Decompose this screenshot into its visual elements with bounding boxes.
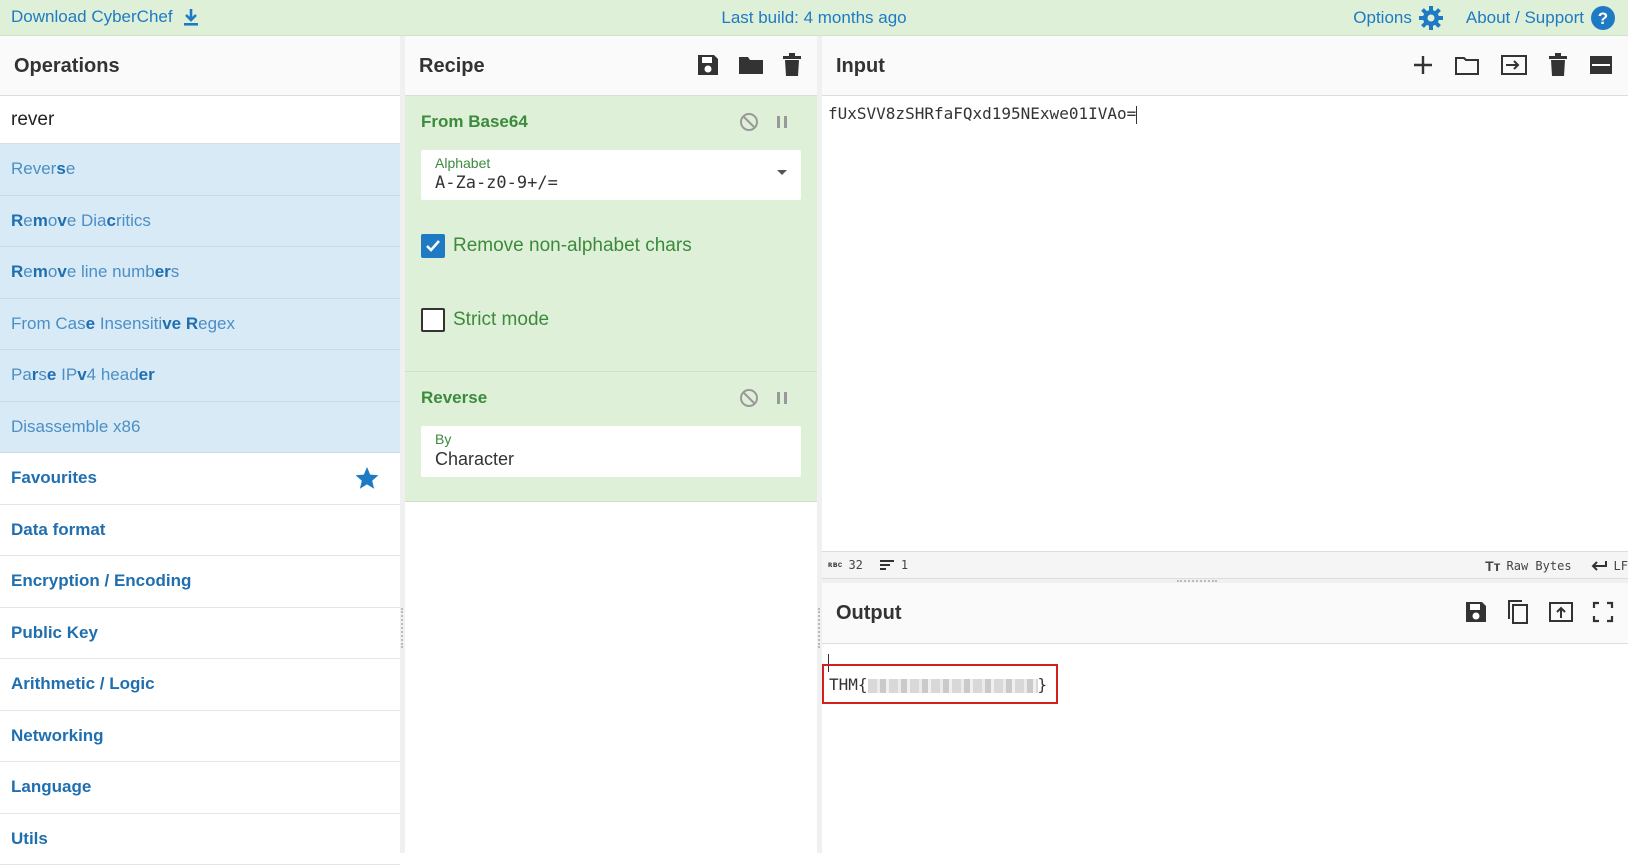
top-banner: Download CyberChef Last build: 4 months … [0, 0, 1628, 36]
download-label: Download CyberChef [11, 7, 173, 27]
operations-pane: Operations rever ReverseRemove Diacritic… [0, 36, 400, 853]
category-label: Arithmetic / Logic [11, 674, 155, 693]
open-folder-icon[interactable] [1454, 52, 1480, 78]
download-icon [181, 7, 201, 27]
alphabet-select[interactable]: Alphabet A-Za-z0-9+/= [421, 150, 801, 200]
strict-label: Strict mode [453, 309, 549, 331]
replace-input-icon[interactable] [1548, 599, 1574, 625]
checkbox-checked-icon [421, 234, 445, 258]
input-text: fUxSVV8zSHRfaFQxd195NExwe01IVAo= [828, 104, 1136, 123]
output-prefix: THM{ [829, 675, 868, 694]
by-value: Character [435, 449, 787, 470]
length-value: 32 [848, 558, 862, 572]
redacted-flag [868, 679, 1038, 693]
remove-non-alphabet-checkbox[interactable]: Remove non-alphabet chars [421, 234, 801, 258]
operations-title: Operations [14, 55, 120, 77]
save-output-icon[interactable] [1464, 599, 1488, 625]
category-item[interactable]: Arithmetic / Logic [0, 659, 400, 711]
category-label: Favourites [11, 468, 97, 487]
search-result-item[interactable]: Reverse [0, 144, 400, 196]
lines-stat: 1 [879, 558, 908, 572]
open-file-icon[interactable] [1500, 52, 1528, 78]
category-label: Utils [11, 829, 48, 848]
star-icon [354, 465, 380, 491]
text-cursor [1136, 106, 1137, 124]
alphabet-value: A-Za-z0-9+/= [435, 173, 787, 193]
disable-icon[interactable] [739, 388, 759, 408]
alphabet-label: Alphabet [435, 155, 787, 171]
lines-value: 1 [901, 558, 908, 572]
search-result-item[interactable]: Parse IPv4 header [0, 350, 400, 402]
help-icon: ? [1590, 5, 1616, 31]
layout-icon[interactable] [1588, 52, 1614, 78]
search-result-item[interactable]: Remove Diacritics [0, 196, 400, 248]
gear-icon [1418, 5, 1444, 31]
ingredient-from-base64: From Base64 Alphabet A-Za-z0-9+/= Remove… [405, 96, 817, 372]
category-label: Encryption / Encoding [11, 571, 191, 590]
io-pane: Input fUxSVV8zSHRfaFQxd195NExwe01IVAo= [822, 36, 1628, 853]
about-label: About / Support [1466, 8, 1584, 28]
category-item[interactable]: Networking [0, 711, 400, 763]
category-list: Favourites Data format Encryption / Encodi… [0, 453, 400, 865]
options-link[interactable]: Options [1353, 5, 1444, 31]
category-label: Data format [11, 520, 105, 539]
eol-selector[interactable]: LF [1590, 559, 1628, 573]
copy-output-icon[interactable] [1506, 599, 1530, 625]
save-recipe-icon[interactable] [695, 52, 721, 78]
search-result-item[interactable]: From Case Insensitive Regex [0, 299, 400, 351]
disable-icon[interactable] [739, 112, 759, 132]
options-label: Options [1353, 8, 1412, 28]
search-result-item[interactable]: Remove line numbers [0, 247, 400, 299]
category-item[interactable]: Public Key [0, 608, 400, 660]
load-recipe-icon[interactable] [737, 52, 765, 78]
input-textarea[interactable]: fUxSVV8zSHRfaFQxd195NExwe01IVAo= [822, 96, 1628, 551]
input-title: Input [836, 55, 885, 77]
category-item[interactable]: Utils [0, 814, 400, 865]
maximise-icon[interactable] [1592, 599, 1614, 625]
by-label: By [435, 431, 787, 447]
category-label: Public Key [11, 623, 98, 642]
output-highlight-box: THM{} [822, 664, 1058, 704]
search-result-item[interactable]: Disassemble x86 [0, 402, 400, 454]
search-results: ReverseRemove DiacriticsRemove line numb… [0, 144, 400, 453]
category-item[interactable]: Encryption / Encoding [0, 556, 400, 608]
breakpoint-icon[interactable] [775, 112, 789, 132]
input-status-bar: ʀʙᴄ 32 1 Tт Raw Bytes LF [822, 551, 1628, 579]
abc-icon: ʀʙᴄ [828, 560, 842, 570]
recipe-pane: Recipe From Base64 Alphabet A-Za-z [405, 36, 817, 853]
output-title: Output [836, 602, 902, 624]
chevron-down-icon [777, 170, 787, 175]
breakpoint-icon[interactable] [775, 388, 789, 408]
category-item[interactable]: Language [0, 762, 400, 814]
output-textarea[interactable]: THM{} [822, 644, 1628, 680]
encoding-selector[interactable]: Tт Raw Bytes [1485, 558, 1571, 574]
ingredient-reverse: Reverse By Character [405, 372, 817, 502]
length-stat: ʀʙᴄ 32 [828, 558, 863, 572]
category-item[interactable]: Data format [0, 505, 400, 557]
category-label: Networking [11, 726, 104, 745]
output-suffix: } [1038, 675, 1048, 694]
eol-value: LF [1614, 559, 1628, 573]
checkbox-unchecked-icon [421, 308, 445, 332]
operations-search-input[interactable]: rever [0, 96, 400, 144]
recipe-title: Recipe [419, 55, 485, 77]
category-label: Language [11, 777, 91, 796]
remove-label: Remove non-alphabet chars [453, 235, 692, 257]
svg-text:?: ? [1598, 9, 1608, 28]
text-format-icon: Tт [1485, 558, 1500, 574]
encoding-value: Raw Bytes [1507, 559, 1572, 573]
by-select[interactable]: By Character [421, 426, 801, 477]
download-link[interactable]: Download CyberChef [11, 7, 201, 27]
add-tab-icon[interactable] [1412, 52, 1434, 78]
return-icon [1590, 560, 1608, 572]
search-value: rever [11, 109, 54, 130]
strict-mode-checkbox[interactable]: Strict mode [421, 308, 801, 332]
lines-icon [879, 559, 895, 571]
clear-recipe-icon[interactable] [781, 52, 803, 78]
clear-input-icon[interactable] [1548, 52, 1568, 78]
about-link[interactable]: About / Support ? [1466, 5, 1616, 31]
category-item[interactable]: Favourites [0, 453, 400, 505]
